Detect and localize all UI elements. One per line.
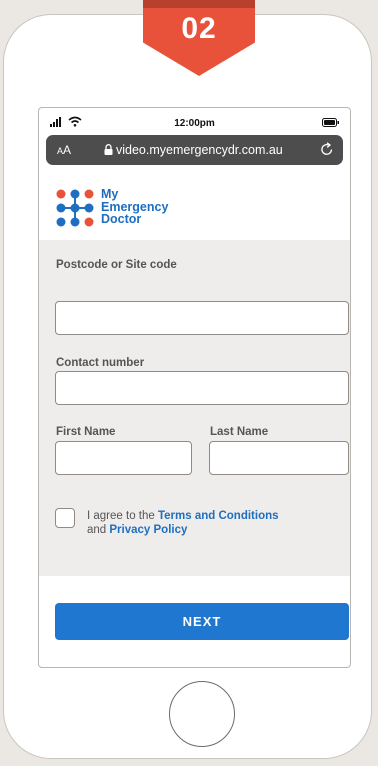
status-time: 12:00pm [174, 118, 215, 129]
last-name-input[interactable] [209, 441, 349, 475]
battery-icon [322, 118, 339, 127]
first-name-label: First Name [56, 426, 116, 438]
step-badge-tab [143, 0, 255, 8]
phone-screen: 12:00pm AA video.myemergencydr.com.au My… [38, 107, 351, 668]
contact-number-input[interactable] [55, 371, 349, 405]
url-display[interactable]: video.myemergencydr.com.au [104, 143, 283, 157]
contact-label: Contact number [56, 357, 145, 369]
medical-dots-icon [56, 189, 94, 227]
step-number: 02 [181, 12, 217, 45]
text-size-button[interactable]: AA [57, 143, 71, 157]
patient-form: Postcode or Site code Contact number Fir… [39, 240, 350, 576]
last-name-label: Last Name [210, 426, 269, 438]
phone-frame: 12:00pm AA video.myemergencydr.com.au My… [3, 14, 372, 759]
lock-icon [104, 144, 113, 155]
brand-name: My Emergency Doctor [101, 187, 169, 226]
next-button[interactable]: NEXT [55, 603, 349, 640]
home-button[interactable] [169, 681, 235, 747]
postcode-label: Postcode or Site code [56, 259, 177, 271]
status-bar: 12:00pm [39, 108, 350, 136]
agree-checkbox[interactable] [55, 508, 75, 528]
privacy-link[interactable]: Privacy Policy [109, 524, 187, 536]
terms-link[interactable]: Terms and Conditions [158, 510, 279, 522]
agree-text: I agree to the Terms and Conditions and … [87, 510, 279, 536]
reload-icon[interactable] [320, 142, 334, 157]
first-name-input[interactable] [55, 441, 192, 475]
browser-address-bar[interactable]: AA video.myemergencydr.com.au [46, 135, 343, 165]
postcode-input[interactable] [55, 301, 349, 335]
